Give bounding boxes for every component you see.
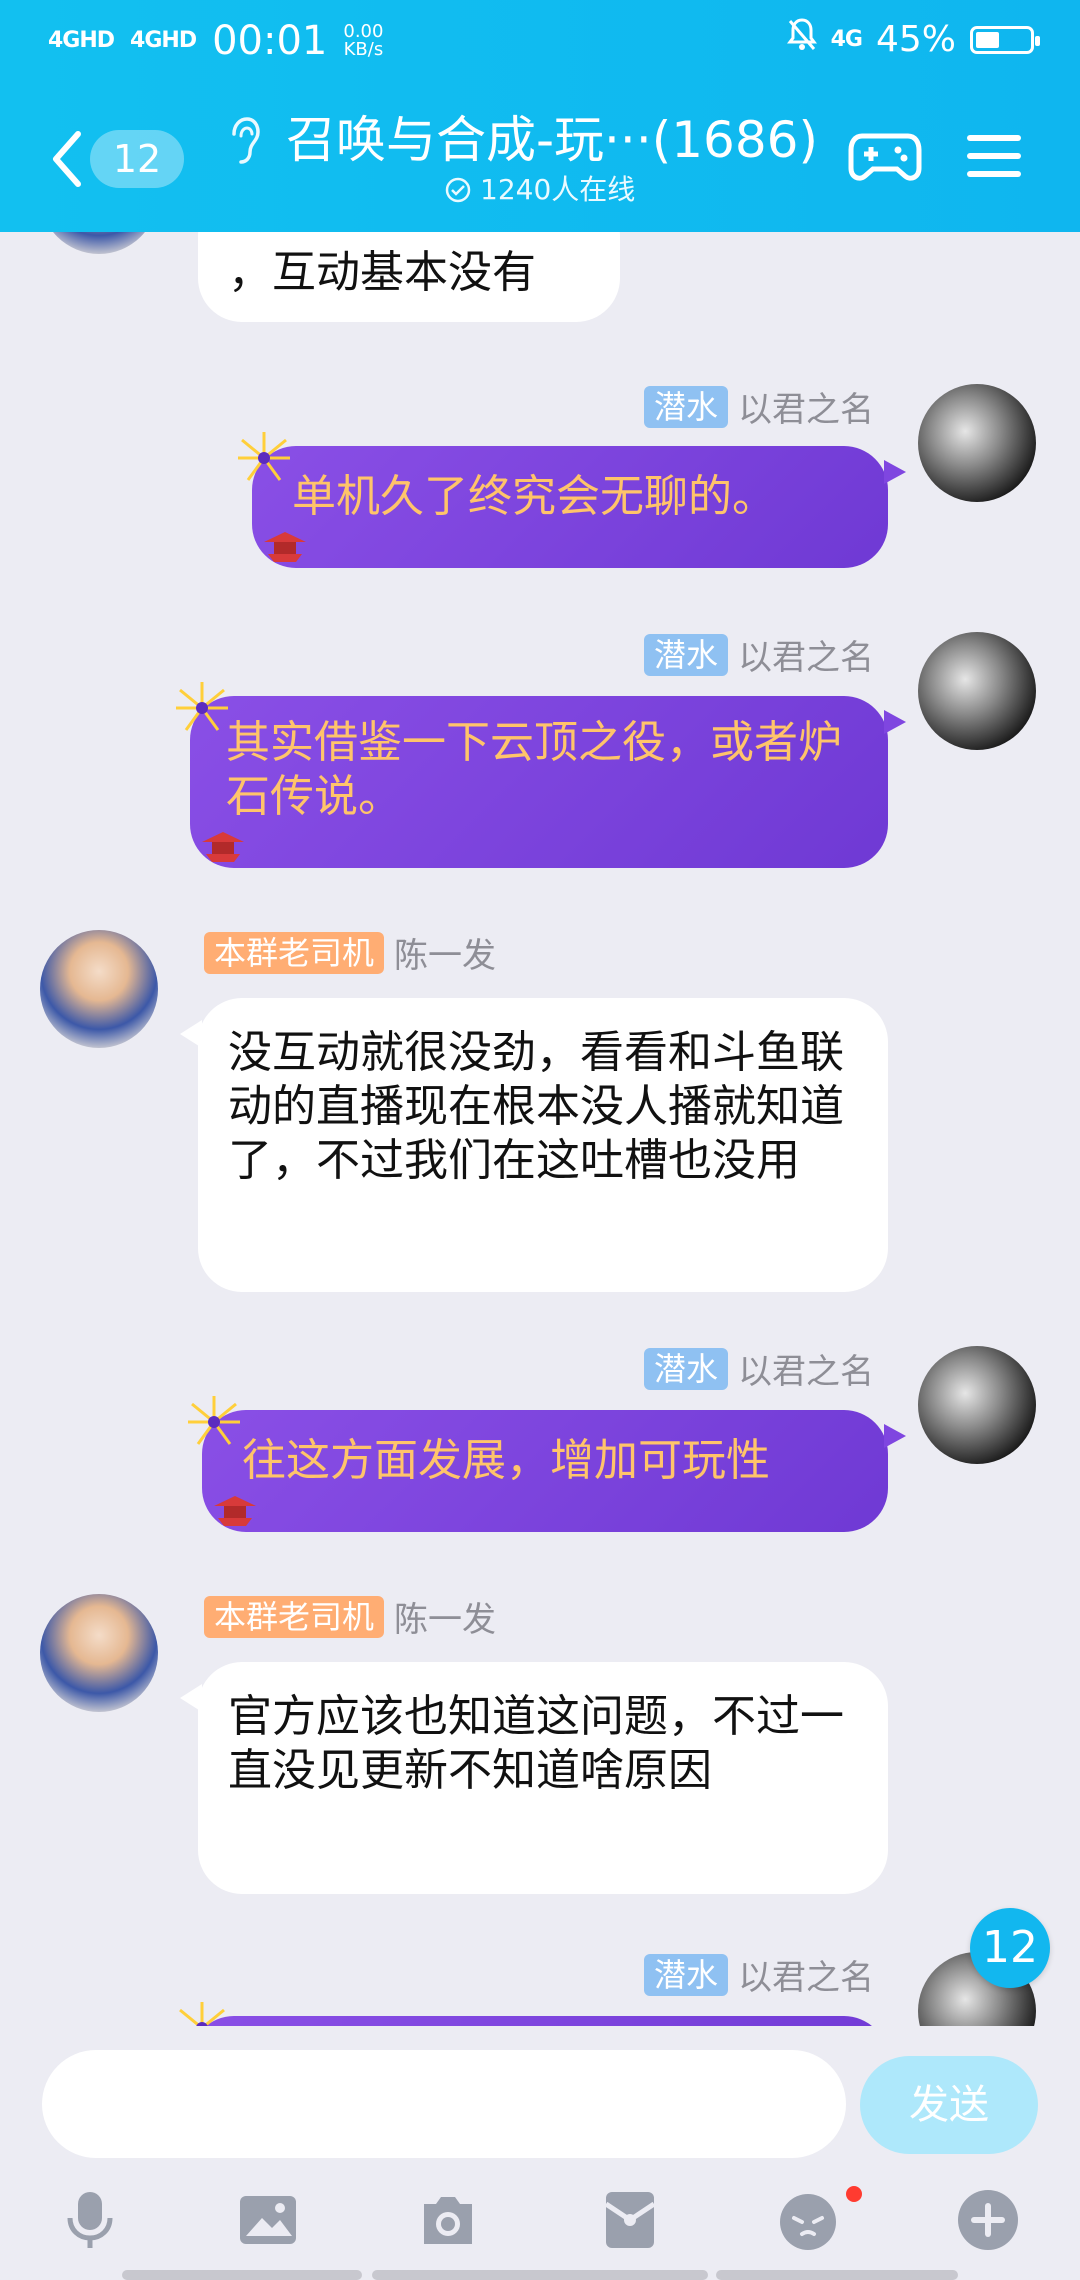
member-tag: 潜水 [643,1953,728,1996]
notification-dot [846,2186,862,2202]
message-bubble[interactable]: 没互动就很没劲，看看和斗鱼联动的直播现在根本没人播就知道了，不过我们在这吐槽也没… [180,998,888,1292]
message-bubble[interactable]: ，互动基本没有 [198,232,620,322]
message-text: 往这方面发展，增加可玩性 [242,1435,770,1486]
network-speed-unit: KB/s [343,39,384,60]
check-circle-icon [445,177,471,203]
message-bubble[interactable]: 单机久了终究会无聊的。 [238,432,906,568]
plus-icon[interactable] [956,2188,1020,2252]
battery-percent: 45% [875,19,956,60]
firework-icon [179,2002,225,2026]
sender-name[interactable]: 以君之名 [738,1950,874,1999]
nav-bar: 12 召唤与合成-玩···(1686) 1240人在线 [0,100,1080,232]
network-indicator-1: 4GHD [48,28,115,53]
avatar[interactable] [918,384,1036,502]
sender-meta: 潜水 以君之名 [643,1344,874,1393]
member-tag: 潜水 [643,385,728,428]
bubble-tail [884,460,906,484]
composer-area: 发送 [0,2026,1080,2280]
sender-name[interactable]: 以君之名 [738,1344,874,1393]
sender-meta: 本群老司机 陈一发 [204,928,496,977]
bubble-tail [884,1424,906,1448]
camera-icon[interactable] [416,2188,480,2252]
emoji-icon[interactable] [776,2188,840,2252]
microphone-icon[interactable] [58,2188,122,2252]
firework-icon [238,432,290,481]
new-messages-badge[interactable]: 12 [970,1908,1050,1988]
firework-icon [188,1396,240,1445]
message-text: 单机久了终究会无聊的。 [292,471,776,522]
message-bubble[interactable]: 其实借鉴一下云顶之役，或者炉石传说。 [176,682,906,868]
clock: 00:01 [212,18,328,64]
bubble-tail [180,1020,202,1048]
pagoda-icon [202,832,244,862]
pagoda-icon [264,532,306,562]
status-bar: 4GHD 4GHD 00:01 0.00 KB/s 4G 45% [0,0,1080,84]
bubble-tail [884,710,906,734]
sender-meta: 本群老司机 陈一发 [204,1592,496,1641]
gesture-bar-right [716,2270,958,2280]
pagoda-icon [214,1496,256,1526]
sender-name[interactable]: 陈一发 [394,1592,496,1641]
ear-icon[interactable] [224,114,260,166]
online-count: 1240人在线 [444,172,635,208]
battery-fill [976,31,999,48]
network-speed: 0.00 KB/s [343,23,383,59]
member-tag: 本群老司机 [204,1595,385,1638]
avatar[interactable] [40,1594,158,1712]
message-bubble[interactable]: 往这方面发展，增加可玩性 [188,1396,906,1532]
sender-name[interactable]: 以君之名 [738,630,874,679]
message-text: 其实借鉴一下云顶之役，或者炉石传说。 [226,717,842,822]
top-bar: 4GHD 4GHD 00:01 0.00 KB/s 4G 45% 12 召唤与合… [0,0,1080,232]
avatar[interactable] [918,1346,1036,1464]
battery-icon [970,25,1040,54]
gesture-bar-center [372,2270,708,2280]
mute-bell-icon [786,18,817,61]
toolbar [0,2186,1080,2268]
firework-icon [176,682,228,731]
menu-icon[interactable] [966,130,1022,182]
sender-meta: 潜水 以君之名 [643,630,874,679]
sender-meta: 潜水 以君之名 [643,1950,874,1999]
sender-meta: 潜水 以君之名 [643,382,874,431]
unread-back-badge[interactable]: 12 [90,130,184,188]
message-text: 没互动就很没劲，看看和斗鱼联动的直播现在根本没人播就知道了，不过我们在这吐槽也没… [228,1027,844,1186]
message-bubble[interactable] [179,2002,888,2026]
image-icon[interactable] [236,2188,300,2252]
message-text: ，互动基本没有 [228,247,536,298]
member-tag: 本群老司机 [204,931,385,974]
send-button[interactable]: 发送 [860,2056,1038,2154]
red-packet-icon[interactable] [598,2188,662,2252]
bubble-tail [180,1684,202,1712]
group-title[interactable]: 召唤与合成-玩···(1686) [286,106,818,174]
gesture-bar-left [122,2270,362,2280]
network-indicator-2: 4GHD [130,28,197,53]
sender-name[interactable]: 以君之名 [738,382,874,431]
gamepad-icon[interactable] [848,126,922,186]
online-count-label: 1240人在线 [480,173,636,206]
member-tag: 潜水 [643,633,728,676]
member-tag: 潜水 [643,1347,728,1390]
message-input[interactable] [42,2050,846,2158]
chat-list[interactable]: ，互动基本没有 潜水 以君之名 单机久了终究会无聊的。 潜水 以君之名 其实借鉴… [0,232,1080,2026]
network-indicator-right: 4G [830,26,863,52]
avatar[interactable] [40,930,158,1048]
message-bubble[interactable]: 官方应该也知道这问题，不过一直没见更新不知道啥原因 [180,1662,888,1894]
sender-name[interactable]: 陈一发 [394,928,496,977]
avatar[interactable] [40,232,158,254]
avatar[interactable] [918,632,1036,750]
message-text: 官方应该也知道这问题，不过一直没见更新不知道啥原因 [228,1691,844,1796]
